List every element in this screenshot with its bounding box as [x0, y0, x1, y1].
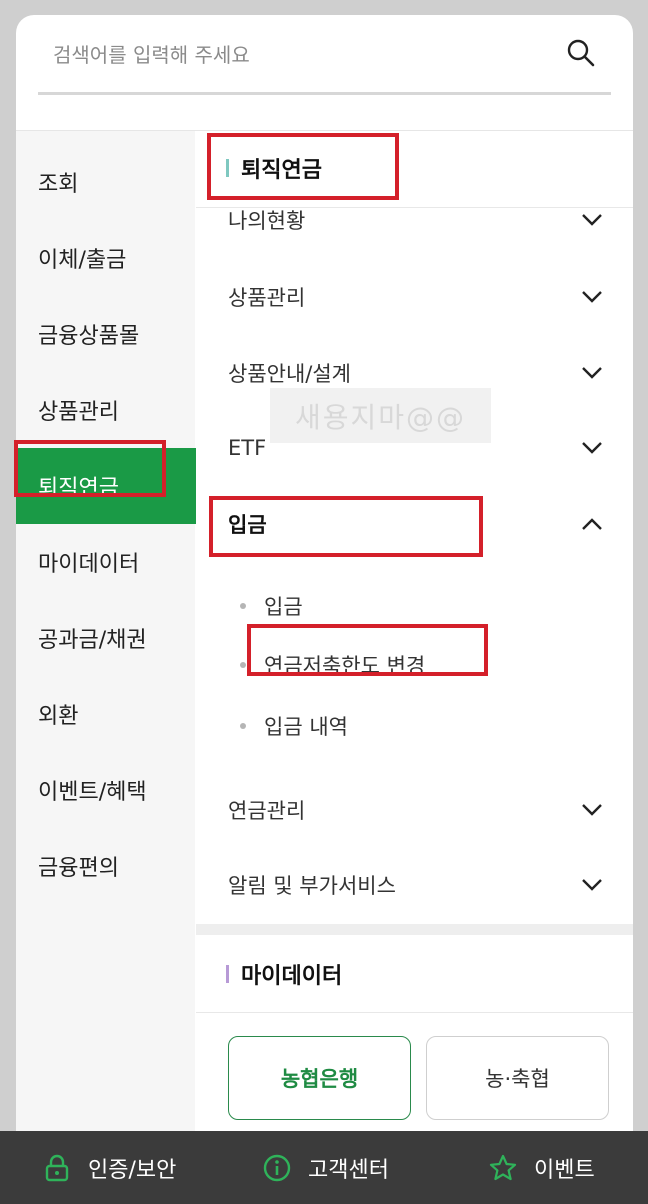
menu-deposit[interactable]: 입금 [196, 494, 633, 554]
sidebar-item-transfer[interactable]: 이체/출금 [16, 220, 195, 296]
sidebar-item-utility-bonds[interactable]: 공과금/채권 [16, 600, 195, 676]
menu-label: 나의현황 [228, 209, 306, 233]
chevron-down-icon [582, 367, 602, 379]
chevron-down-icon [582, 291, 602, 303]
search-input[interactable] [51, 37, 535, 73]
submenu-pension-limit-change[interactable]: 연금저축한도 변경 [240, 650, 425, 680]
menu-product-management[interactable]: 상품관리 [196, 267, 633, 327]
submenu-deposit[interactable]: 입금 [240, 591, 303, 621]
bottom-bar-label: 인증/보안 [88, 1157, 177, 1183]
menu-panel: 조회 이체/출금 금융상품몰 상품관리 퇴직연금 마이데이터 공과금/채권 외환… [16, 15, 633, 1204]
section-title-retirement: 퇴직연금 [226, 153, 322, 183]
menu-label: 입금 [228, 513, 267, 537]
bullet [240, 603, 246, 609]
submenu-deposit-history[interactable]: 입금 내역 [240, 711, 348, 741]
menu-label: 연금관리 [228, 799, 306, 823]
auth-security-button[interactable]: 인증/보안 [42, 1131, 176, 1204]
menu-label: ETF [228, 436, 267, 460]
section-separator [196, 924, 633, 935]
sidebar-item-financial-mall[interactable]: 금융상품몰 [16, 296, 195, 372]
section-title-mydata: 마이데이터 [226, 959, 342, 989]
chevron-down-icon [582, 214, 602, 226]
chevron-up-icon [582, 518, 602, 530]
sidebar-item-events[interactable]: 이벤트/혜택 [16, 752, 195, 828]
divider [196, 1012, 633, 1013]
section-bar [226, 159, 229, 177]
menu-notification-services[interactable]: 알림 및 부가서비스 [196, 855, 633, 915]
section-bar [226, 965, 229, 983]
bottom-bar: 인증/보안 고객센터 이벤트 [0, 1131, 648, 1204]
menu-label: 상품관리 [228, 286, 306, 310]
bottom-bar-label: 고객센터 [308, 1157, 389, 1183]
star-icon [489, 1154, 517, 1180]
sidebar-item-retirement-pension[interactable]: 퇴직연금 [16, 448, 196, 524]
sidebar-item-foreign-exchange[interactable]: 외환 [16, 676, 195, 752]
sidebar-item-convenience[interactable]: 금융편의 [16, 828, 195, 904]
nh-cooperative-button[interactable]: 농·축협 [426, 1036, 609, 1120]
search-icon[interactable] [565, 37, 597, 69]
chevron-down-icon [582, 442, 602, 454]
bullet [240, 723, 246, 729]
chevron-down-icon [582, 804, 602, 816]
bottom-bar-label: 이벤트 [534, 1157, 595, 1183]
submenu-label: 입금 내역 [264, 715, 348, 739]
menu-label: 상품안내/설계 [228, 362, 351, 386]
section-title-label: 마이데이터 [241, 964, 343, 989]
submenu-label: 입금 [264, 595, 303, 619]
lock-icon [45, 1154, 69, 1181]
sidebar-item-inquiry[interactable]: 조회 [16, 144, 195, 220]
section-title-label: 퇴직연금 [241, 158, 322, 183]
search-bar [38, 15, 611, 95]
sidebar-item-product-management[interactable]: 상품관리 [16, 372, 195, 448]
info-icon [263, 1154, 291, 1181]
watermark: 새용지마@@ [270, 388, 491, 443]
menu-my-status[interactable]: 나의현황 [196, 190, 633, 250]
submenu-content: 퇴직연금 나의현황 상품관리 상품안내/설계 ETF 입금 입금 연금저축한도 … [196, 131, 633, 1204]
sidebar-item-mydata[interactable]: 마이데이터 [16, 524, 195, 600]
chevron-down-icon [582, 879, 602, 891]
nh-bank-button[interactable]: 농협은행 [228, 1036, 411, 1120]
customer-center-button[interactable]: 고객센터 [262, 1131, 389, 1204]
submenu-label: 연금저축한도 변경 [264, 654, 426, 678]
sidebar: 조회 이체/출금 금융상품몰 상품관리 퇴직연금 마이데이터 공과금/채권 외환… [16, 131, 196, 1204]
menu-pension-management[interactable]: 연금관리 [196, 780, 633, 840]
menu-label: 알림 및 부가서비스 [228, 874, 396, 898]
event-button[interactable]: 이벤트 [488, 1131, 595, 1204]
bullet [240, 662, 246, 668]
